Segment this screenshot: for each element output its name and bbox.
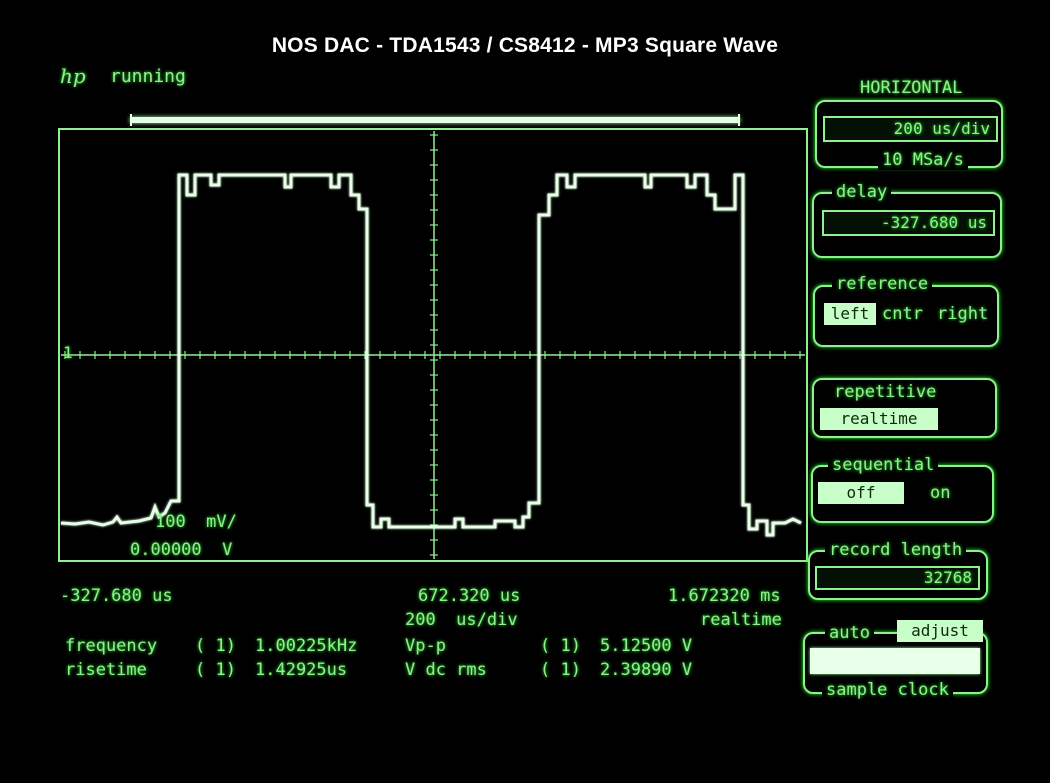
scope-screen[interactable] <box>55 125 810 565</box>
record-length-title: record length <box>825 540 967 560</box>
meas-frequency-label: frequency <box>65 636 158 656</box>
delay-field[interactable]: -327.680 us <box>822 210 995 236</box>
meas-vpp-label: Vp-p <box>405 636 446 656</box>
acquisition-mode-readout: realtime <box>700 610 782 630</box>
reference-title: reference <box>832 274 933 294</box>
hp-logo: hp <box>60 64 86 88</box>
auto-label[interactable]: auto <box>825 623 874 643</box>
timebase-field[interactable]: 200 us/div <box>823 116 998 142</box>
meas-vpp-value: 5.12500 V <box>600 636 693 656</box>
reference-option-left[interactable]: left <box>824 303 876 325</box>
reference-option-right[interactable]: right <box>937 304 988 324</box>
meas-frequency-value: 1.00225kHz <box>255 636 358 656</box>
meas-frequency-channel: ( 1) <box>195 636 236 656</box>
reference-option-center[interactable]: cntr <box>882 304 923 324</box>
horizontal-menu-title: HORIZONTAL <box>860 78 963 98</box>
time-center-readout: 672.320 us <box>418 586 521 606</box>
meas-vrms-channel: ( 1) <box>540 660 581 680</box>
sample-rate-label: 10 MSa/s <box>878 150 968 170</box>
graticule-axes <box>61 131 805 559</box>
time-left-readout: -327.680 us <box>60 586 173 606</box>
sample-clock-title: sample clock <box>822 680 953 700</box>
delay-title: delay <box>832 182 892 202</box>
channel-1-marker: 1 <box>63 343 73 362</box>
vertical-offset-readout: 0.00000 V <box>130 540 233 560</box>
adjust-button[interactable]: adjust <box>897 620 983 642</box>
meas-risetime-channel: ( 1) <box>195 660 236 680</box>
sequential-option-on[interactable]: on <box>930 483 950 503</box>
meas-risetime-label: risetime <box>65 660 147 680</box>
sample-clock-field[interactable] <box>810 648 980 674</box>
meas-vrms-label: V dc rms <box>405 660 487 680</box>
sequential-option-off[interactable]: off <box>818 482 904 504</box>
run-status: running <box>110 66 186 87</box>
record-position-bar[interactable] <box>130 114 740 126</box>
sequential-title: sequential <box>828 455 939 475</box>
repetitive-title: repetitive <box>830 382 941 402</box>
vertical-scale-readout: 100 mV/ <box>155 512 237 532</box>
repetitive-value[interactable]: realtime <box>820 408 938 430</box>
timebase-readout: 200 us/div <box>405 610 518 630</box>
meas-risetime-value: 1.42925us <box>255 660 348 680</box>
record-length-field[interactable]: 32768 <box>815 566 980 590</box>
time-right-readout: 1.672320 ms <box>668 586 781 606</box>
meas-vrms-value: 2.39890 V <box>600 660 693 680</box>
page-title: NOS DAC - TDA1543 / CS8412 - MP3 Square … <box>271 34 779 57</box>
meas-vpp-channel: ( 1) <box>540 636 581 656</box>
